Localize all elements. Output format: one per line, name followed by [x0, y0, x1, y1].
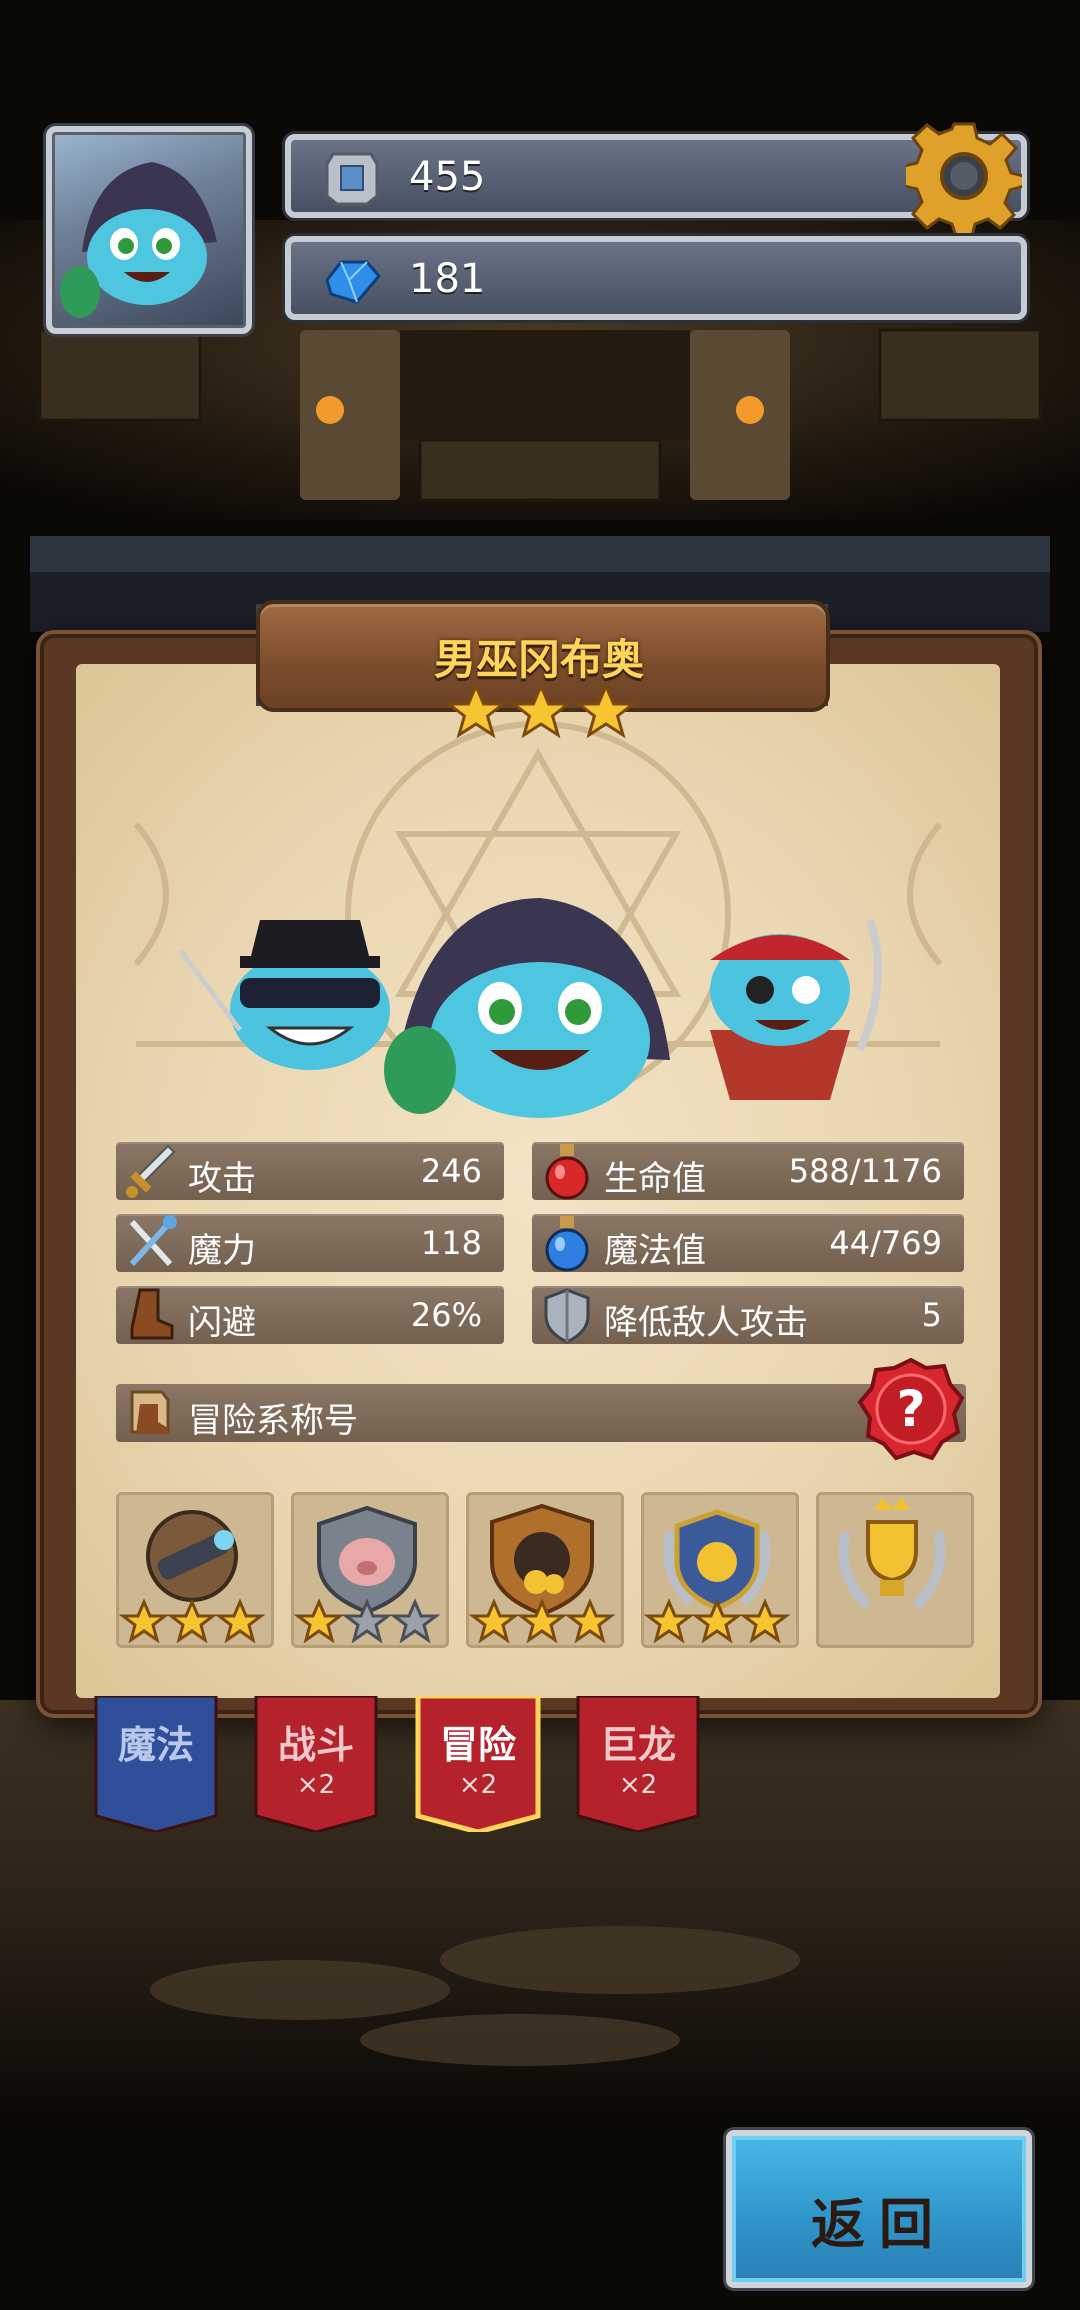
title-badge[interactable] — [466, 1492, 624, 1648]
title-badge[interactable] — [641, 1492, 799, 1648]
pig-shield-icon — [317, 1505, 417, 1615]
sword-icon — [126, 1144, 176, 1198]
title-badge[interactable] — [291, 1492, 449, 1648]
star-icon — [121, 1600, 167, 1642]
tab-dragon[interactable]: 巨龙 ×2 — [574, 1696, 702, 1832]
title-badge[interactable] — [116, 1492, 274, 1648]
tab-adventure[interactable]: 冒险 ×2 — [414, 1696, 542, 1832]
bandit-slime-icon — [178, 920, 390, 1070]
star-icon — [447, 684, 505, 737]
stat-mp: 魔法值 44/769 — [532, 1214, 964, 1272]
wizard-slime-icon — [384, 898, 670, 1118]
star-icon — [646, 1600, 692, 1642]
pirate-slime-icon — [710, 918, 882, 1100]
stat-value: 118 — [420, 1224, 482, 1262]
hero-character-group — [178, 898, 882, 1118]
hero-portrait[interactable] — [46, 126, 252, 334]
stat-label: 魔法值 — [604, 1231, 706, 1271]
resource-bar-gems: 181 — [285, 236, 1027, 320]
stat-label: 魔力 — [188, 1231, 256, 1271]
primary-resource-count: 455 — [409, 154, 486, 200]
gem-count: 181 — [409, 256, 486, 302]
stat-label: 闪避 — [188, 1303, 256, 1343]
title-section-label: 冒险系称号 — [188, 1401, 358, 1441]
tab-multiplier: ×2 — [458, 1770, 498, 1800]
stat-defense: 降低敌人攻击 5 — [532, 1286, 964, 1344]
stat-label: 攻击 — [188, 1159, 256, 1199]
back-button-label: 返回 — [811, 2193, 947, 2256]
spyglass-icon — [146, 1510, 238, 1602]
treasure-shield-icon — [490, 1503, 594, 1617]
stone-tablet-icon — [325, 152, 379, 206]
blue-gem-icon — [325, 260, 381, 304]
blue-potion-icon — [545, 1216, 589, 1272]
trophy-icon — [838, 1498, 946, 1610]
tab-label: 战斗 — [277, 1723, 354, 1767]
hero-star-rating — [447, 684, 635, 737]
slime-wizard-avatar-icon — [60, 162, 217, 318]
gold-laurel-icon — [663, 1509, 771, 1611]
star-icon — [471, 1600, 517, 1642]
red-potion-icon — [545, 1144, 589, 1200]
settings-gear-icon[interactable] — [906, 118, 1022, 234]
stat-value: 588/1176 — [788, 1152, 942, 1190]
tab-label: 巨龙 — [599, 1723, 676, 1767]
title-badge[interactable] — [816, 1492, 974, 1648]
star-icon — [694, 1600, 740, 1642]
tab-magic[interactable]: 魔法 — [92, 1696, 220, 1832]
adventure-boot-icon — [130, 1390, 170, 1434]
star-icon — [567, 1600, 613, 1642]
stat-value: 26% — [410, 1296, 482, 1334]
stat-hp: 生命值 588/1176 — [532, 1142, 964, 1200]
star-icon — [296, 1600, 342, 1642]
title-section-bar: 冒险系称号 — [116, 1384, 966, 1442]
stat-value: 246 — [420, 1152, 482, 1190]
hero-name: 男巫冈布奥 — [433, 635, 644, 684]
star-icon — [217, 1600, 263, 1642]
shield-icon — [544, 1288, 590, 1344]
tab-combat[interactable]: 战斗 ×2 — [252, 1696, 380, 1832]
tab-multiplier: ×2 — [296, 1770, 336, 1800]
stat-dodge: 闪避 26% — [116, 1286, 504, 1344]
svg-text:?: ? — [896, 1380, 925, 1438]
stat-attack: 攻击 246 — [116, 1142, 504, 1200]
stat-value: 5 — [921, 1296, 942, 1334]
stat-label: 降低敌人攻击 — [604, 1303, 808, 1343]
stat-value: 44/769 — [829, 1224, 942, 1262]
stat-label: 生命值 — [604, 1159, 706, 1199]
back-button[interactable]: 返回 — [726, 2130, 1032, 2288]
star-icon — [577, 684, 635, 737]
star-icon — [392, 1600, 438, 1642]
crossed-wand-icon — [129, 1215, 177, 1267]
star-icon — [169, 1600, 215, 1642]
stat-magic-power: 魔力 118 — [116, 1214, 504, 1272]
boot-icon — [130, 1288, 174, 1340]
help-seal-icon[interactable]: ? — [856, 1354, 966, 1464]
star-icon — [512, 684, 570, 737]
tab-multiplier: ×2 — [618, 1770, 658, 1800]
tab-label: 魔法 — [117, 1723, 194, 1767]
tab-label: 冒险 — [439, 1723, 516, 1767]
star-icon — [742, 1600, 788, 1642]
